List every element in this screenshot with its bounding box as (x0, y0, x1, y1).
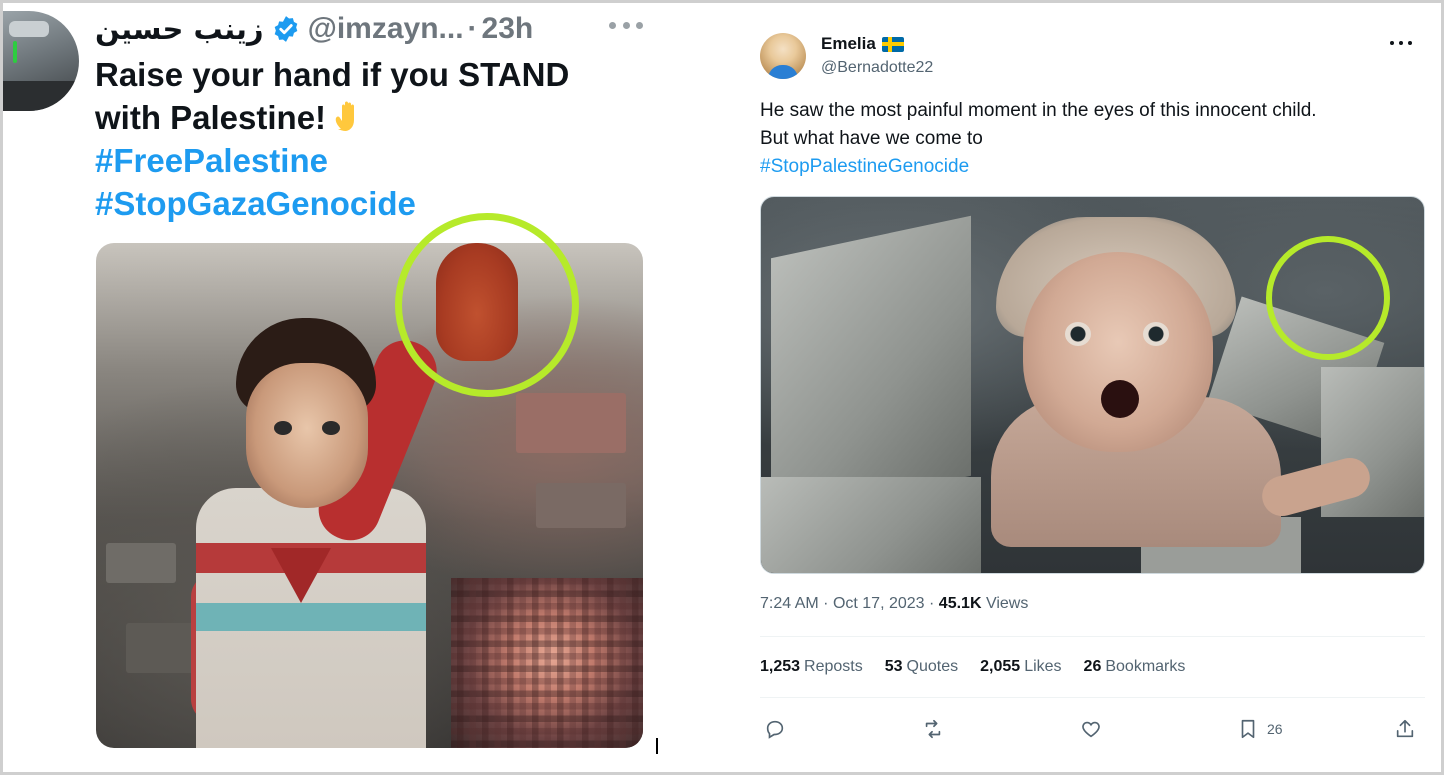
tweet-text-line: with Palestine! (95, 99, 327, 136)
raised-hand-icon (332, 99, 366, 135)
avatar[interactable] (3, 11, 79, 111)
tweet-actions-bar: 26 (760, 711, 1425, 747)
tweet-time[interactable]: 7:24 AM (760, 595, 819, 612)
quotes-stat[interactable]: 53 Quotes (885, 658, 958, 676)
divider (760, 697, 1425, 698)
likes-stat[interactable]: 2,055 Likes (980, 658, 1061, 676)
right-tweet: Emelia @Bernadotte22 He saw the most pai… (742, 3, 1441, 772)
bookmark-icon (1241, 719, 1255, 739)
tweet-text-line: He saw the most painful moment in the ey… (760, 100, 1317, 121)
hashtag-link[interactable]: #FreePalestine (95, 139, 695, 182)
divider (760, 636, 1425, 637)
tweet-text-line: But what have we come to (760, 128, 983, 149)
bookmark-button[interactable]: 26 (1237, 715, 1283, 743)
highlight-circle (1266, 236, 1390, 360)
verified-badge-icon (272, 15, 300, 43)
handle[interactable]: @imzayn... (308, 12, 464, 46)
handle[interactable]: @Bernadotte22 (821, 59, 933, 77)
heart-icon (1082, 721, 1100, 738)
separator-dot: · (467, 12, 478, 45)
tweet-text: He saw the most painful moment in the ey… (760, 97, 1420, 181)
bookmark-count: 26 (1267, 721, 1283, 737)
tweet-text-line: Raise your hand if you STAND (95, 56, 570, 93)
engagement-stats: 1,253 Reposts 53 Quotes 2,055 Likes 26 Bookm… (760, 658, 1185, 676)
tweet-date[interactable]: Oct 17, 2023 (833, 595, 925, 612)
more-options-icon[interactable] (609, 15, 643, 35)
bookmarks-stat[interactable]: 26 Bookmarks (1084, 658, 1186, 676)
avatar[interactable] (760, 33, 806, 79)
hashtag-link[interactable]: #StopGazaGenocide (95, 182, 695, 225)
tweet-metadata: 7:24 AM · Oct 17, 2023 · 45.1K Views (760, 595, 1029, 612)
hashtag-link[interactable]: #StopPalestineGenocide (760, 156, 969, 177)
tweet-header: زينب حسين @imzayn... · 23h (95, 9, 533, 49)
views-count: 45.1K (938, 595, 982, 612)
timestamp[interactable]: 23h (482, 12, 534, 46)
text-cursor (656, 738, 658, 754)
left-tweet: زينب حسين @imzayn... · 23h Raise your ha… (3, 3, 738, 772)
display-name[interactable]: Emelia (821, 34, 876, 54)
share-icon (1396, 719, 1414, 738)
repost-button[interactable] (922, 715, 944, 743)
tweet-text: Raise your hand if you STAND with Palest… (95, 53, 695, 225)
reposts-stat[interactable]: 1,253 Reposts (760, 658, 863, 676)
more-options-icon[interactable] (1390, 41, 1412, 47)
views-label: Views (985, 595, 1029, 612)
share-button[interactable] (1394, 715, 1416, 743)
highlight-circle (395, 213, 579, 397)
pixelated-area (451, 578, 643, 748)
reply-icon (766, 720, 784, 739)
display-name[interactable]: زينب حسين (95, 12, 264, 46)
display-name-row[interactable]: Emelia (821, 34, 904, 54)
repost-icon (925, 719, 941, 739)
sweden-flag-icon (881, 36, 904, 52)
like-button[interactable] (1080, 715, 1102, 743)
reply-button[interactable] (764, 715, 786, 743)
